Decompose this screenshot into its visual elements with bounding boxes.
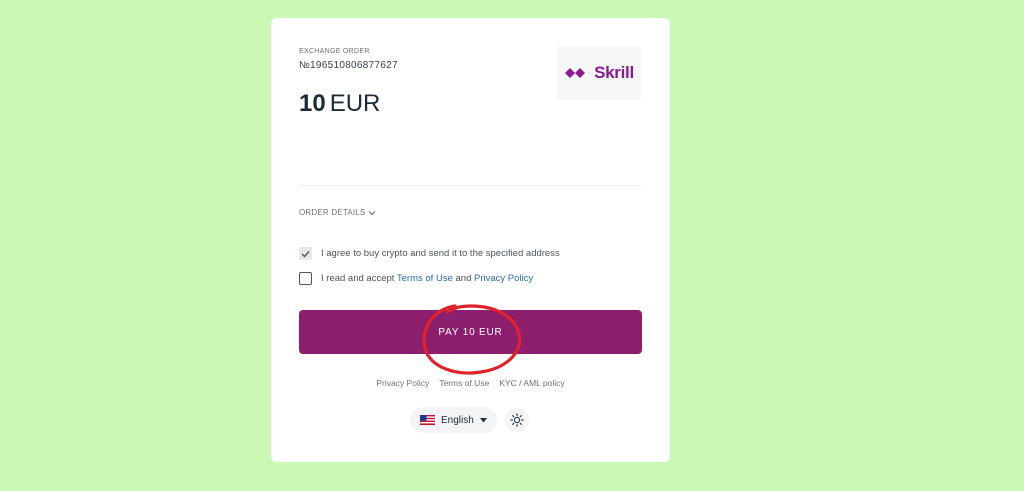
agree-crypto-row: I agree to buy crypto and send it to the… bbox=[299, 247, 560, 260]
agree-crypto-label: I agree to buy crypto and send it to the… bbox=[321, 248, 560, 259]
language-label: English bbox=[441, 414, 474, 426]
order-details-label: ORDER DETAILS bbox=[299, 208, 366, 217]
accept-terms-checkbox[interactable] bbox=[299, 272, 312, 285]
skrill-diamond-icon bbox=[565, 68, 586, 78]
skrill-logo: Skrill bbox=[557, 46, 641, 100]
caret-down-icon bbox=[479, 417, 487, 422]
agree-crypto-checkbox[interactable] bbox=[299, 247, 312, 260]
footer-terms-of-use-link[interactable]: Terms of Use bbox=[439, 378, 489, 388]
footer-kyc-aml-link[interactable]: KYC / AML policy bbox=[499, 378, 564, 388]
footer-links: Privacy Policy Terms of Use KYC / AML po… bbox=[271, 378, 670, 388]
order-label: EXCHANGE ORDER bbox=[299, 48, 370, 55]
order-amount: 10 EUR bbox=[299, 90, 380, 118]
theme-toggle-button[interactable] bbox=[504, 408, 529, 432]
payment-card: EXCHANGE ORDER №196510806877627 10 EUR S… bbox=[271, 18, 670, 462]
checkmark-icon bbox=[301, 250, 310, 258]
us-flag-icon bbox=[420, 415, 435, 425]
chevron-down-icon bbox=[369, 210, 376, 215]
amount-currency: EUR bbox=[329, 90, 381, 117]
accept-terms-row: I read and accept Terms of Use and Priva… bbox=[299, 272, 533, 285]
language-select[interactable]: English bbox=[410, 407, 497, 433]
sun-icon bbox=[510, 413, 524, 427]
language-row: English bbox=[410, 407, 529, 433]
divider bbox=[299, 185, 641, 186]
terms-of-use-link[interactable]: Terms of Use bbox=[397, 273, 453, 284]
order-number: №196510806877627 bbox=[299, 60, 398, 71]
terms-and: and bbox=[455, 273, 472, 284]
accept-terms-label: I read and accept Terms of Use and Priva… bbox=[321, 273, 533, 284]
terms-prefix: I read and accept bbox=[321, 273, 395, 284]
amount-value: 10 bbox=[299, 90, 326, 117]
footer-privacy-policy-link[interactable]: Privacy Policy bbox=[376, 378, 429, 388]
pay-button[interactable]: PAY 10 EUR bbox=[299, 310, 642, 354]
skrill-logo-text: Skrill bbox=[594, 63, 634, 82]
privacy-policy-link[interactable]: Privacy Policy bbox=[474, 273, 533, 284]
order-details-toggle[interactable]: ORDER DETAILS bbox=[299, 208, 376, 217]
